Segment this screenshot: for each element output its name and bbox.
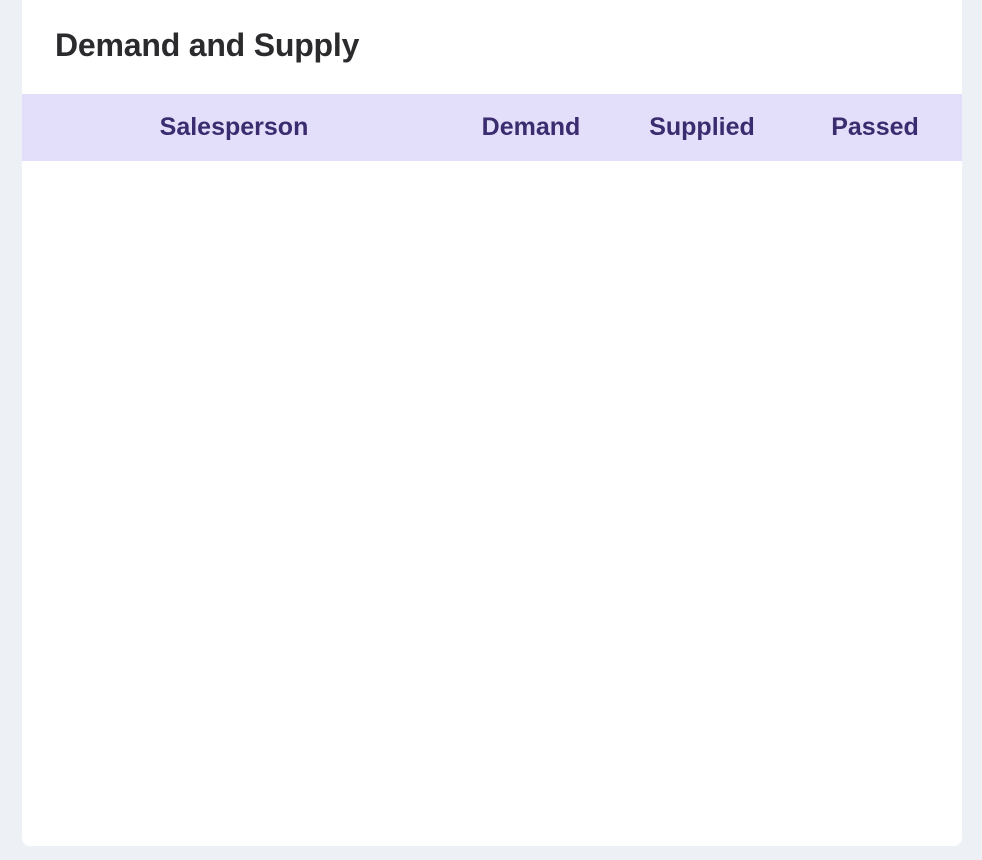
table-header-row: Salesperson Demand Supplied Passed	[22, 94, 962, 161]
card-title: Demand and Supply	[55, 27, 360, 63]
column-header-salesperson[interactable]: Salesperson	[22, 94, 446, 161]
demand-supply-card: Demand and Supply Salesperson Demand Sup…	[22, 0, 962, 846]
demand-supply-table: Salesperson Demand Supplied Passed	[22, 94, 962, 161]
column-header-supplied[interactable]: Supplied	[616, 94, 788, 161]
demand-supply-table-container: Salesperson Demand Supplied Passed	[22, 94, 962, 161]
column-header-demand[interactable]: Demand	[446, 94, 616, 161]
column-header-passed[interactable]: Passed	[788, 94, 962, 161]
table-header: Salesperson Demand Supplied Passed	[22, 94, 962, 161]
